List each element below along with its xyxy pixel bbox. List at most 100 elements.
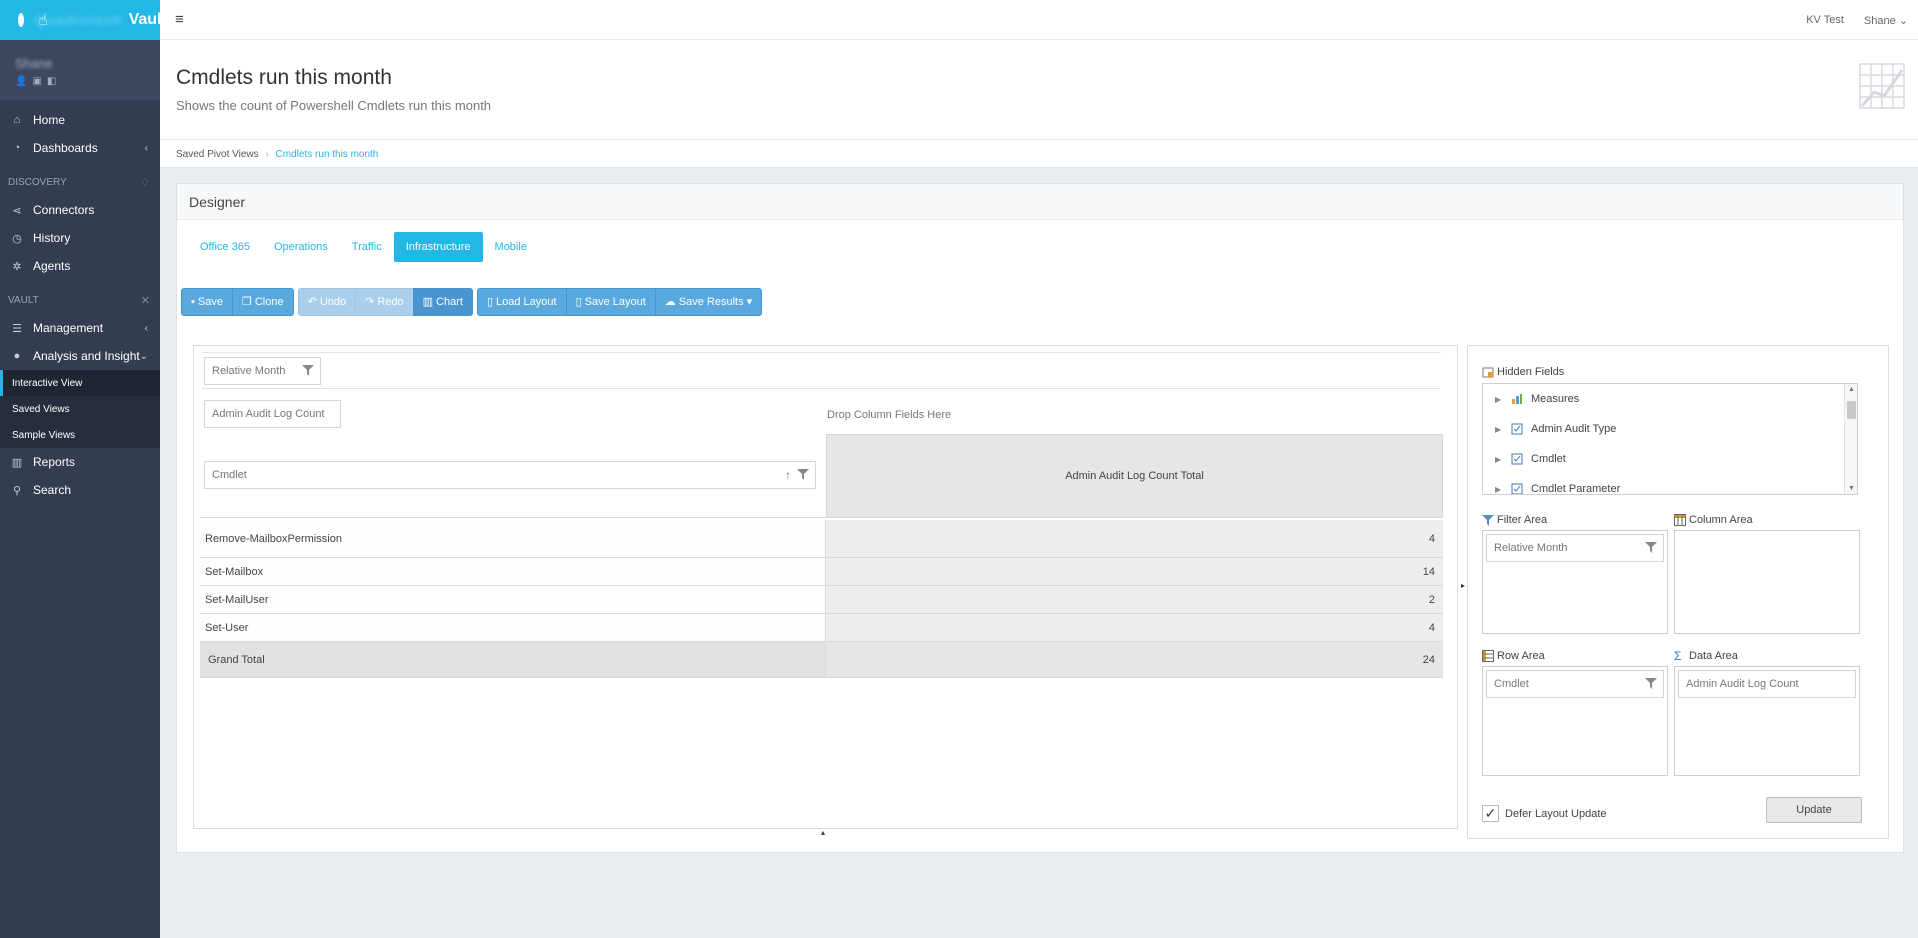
hamburger-menu-icon[interactable]: ≡ [175, 11, 184, 28]
tab-operations[interactable]: Operations [262, 232, 340, 262]
data-area-box[interactable]: Admin Audit Log Count [1674, 666, 1860, 776]
load-layout-button[interactable]: ▯ Load Layout [476, 288, 567, 316]
row-field-cmdlet[interactable]: Cmdlet ↑ [204, 461, 816, 489]
tree-item-label: Admin Audit Type [1531, 423, 1617, 435]
analysis-subnav: Interactive View Saved Views Sample View… [0, 370, 160, 448]
sidebar-subitem-sample-views[interactable]: Sample Views [0, 422, 160, 448]
section-label: Row Area [1497, 650, 1545, 662]
list-item[interactable]: ▶ Measures [1483, 384, 1857, 414]
row-label[interactable]: Set-Mailbox [200, 558, 826, 585]
update-button[interactable]: Update [1766, 797, 1862, 823]
page-title: Cmdlets run this month [176, 66, 392, 89]
topbar: ≡ KV Test Shane ⌄ [160, 0, 1918, 40]
logout-icon[interactable]: ◧ [47, 76, 61, 87]
sidebar-item-label: Reports [33, 455, 76, 469]
user-menu-label: Shane [1863, 15, 1896, 27]
cloud-icon: ☁ [664, 296, 676, 308]
row-label[interactable]: Remove-MailboxPermission [200, 520, 826, 557]
row-label[interactable]: Set-MailUser [200, 586, 826, 613]
expand-icon[interactable]: ▶ [1495, 425, 1503, 434]
history-group: ↶ Undo ↷ Redo ▥ Chart [297, 288, 473, 316]
row-value: 14 [826, 558, 1443, 585]
undo-button[interactable]: ↶ Undo [297, 288, 357, 316]
clone-button[interactable]: ❐ Clone [231, 288, 294, 316]
scroll-up-icon[interactable]: ▲ [1848, 386, 1855, 393]
gear-icon: ✲ [12, 260, 22, 273]
chart-label: Chart [436, 296, 463, 308]
file-icon: ▯ [575, 296, 582, 308]
save-layout-label: Save Layout [584, 296, 646, 308]
share-icon: ⋖ [12, 204, 22, 217]
section-header-vault: VAULT ✕ [0, 286, 160, 314]
row-area-box[interactable]: Cmdlet [1482, 666, 1668, 776]
sidebar-item-management[interactable]: ☰ Management ‹ [0, 314, 160, 342]
save-layout-button[interactable]: ▯ Save Layout [565, 288, 656, 316]
chart-button[interactable]: ▥ Chart [412, 288, 473, 316]
row-area-field-cmdlet[interactable]: Cmdlet [1486, 670, 1664, 698]
briefcase-icon[interactable]: ▣ [32, 76, 46, 87]
scrollbar[interactable]: ▲ ▼ [1844, 384, 1857, 494]
data-field-admin-audit-log-count[interactable]: Admin Audit Log Count [204, 400, 341, 428]
sidebar-item-agents[interactable]: ✲ Agents [0, 252, 160, 280]
filter-icon[interactable] [1645, 678, 1657, 689]
tab-infrastructure[interactable]: Infrastructure [393, 232, 483, 262]
list-item[interactable]: ▶ Cmdlet [1483, 444, 1857, 474]
sidebar-item-search[interactable]: ⚲ Search [0, 476, 160, 504]
filter-area-box[interactable]: Relative Month [1482, 530, 1668, 634]
sidebar-item-home[interactable]: ⌂ Home [0, 106, 160, 134]
user-menu[interactable]: Shane ⌄ [1864, 14, 1908, 27]
sidebar-item-label: Management [33, 321, 104, 335]
save-button[interactable]: ▪ Save [181, 288, 233, 316]
sidebar-subitem-saved-views[interactable]: Saved Views [0, 396, 160, 422]
defer-checkbox[interactable]: ✓ [1482, 805, 1499, 822]
tab-traffic[interactable]: Traffic [340, 232, 394, 262]
sidebar-item-history[interactable]: ◷ History [0, 224, 160, 252]
hidden-fields-list[interactable]: ▶ Measures ▶ Admin Audit Type ▶ Cmdlet ▶… [1482, 383, 1858, 495]
user-action-icons[interactable]: 👤▣◧ [15, 76, 160, 87]
sidebar-item-analysis[interactable]: ● Analysis and Insight ⌄ [0, 342, 160, 370]
filter-icon[interactable] [302, 365, 314, 376]
tab-mobile[interactable]: Mobile [483, 232, 539, 262]
sidebar-subitem-interactive-view[interactable]: Interactive View [0, 370, 160, 396]
filter-field-relative-month[interactable]: Relative Month [204, 357, 321, 385]
redo-button[interactable]: ↷ Redo [355, 288, 414, 316]
list-item[interactable]: ▶ Admin Audit Type [1483, 414, 1857, 444]
column-area-header: Column Area [1674, 514, 1753, 526]
copy-icon: ❐ [241, 296, 252, 308]
row-value: 4 [826, 614, 1443, 641]
brand-logo[interactable]: Quadrotech Vault ☝ [0, 0, 167, 40]
scroll-down-icon[interactable]: ▼ [1848, 485, 1855, 492]
tenant-label[interactable]: KV Test [1806, 14, 1844, 27]
sidebar-item-reports[interactable]: ▥ Reports [0, 448, 160, 476]
field-label: Admin Audit Log Count [212, 408, 325, 420]
row-label[interactable]: Set-User [200, 614, 826, 641]
user-profile[interactable]: Shane 👤▣◧ [0, 40, 160, 100]
filter-area-field-relative-month[interactable]: Relative Month [1486, 534, 1664, 562]
search-icon: ⚲ [12, 484, 22, 497]
filter-icon[interactable] [797, 469, 809, 480]
sigma-icon: Σ [1674, 649, 1682, 663]
expand-icon[interactable]: ▶ [1495, 455, 1503, 464]
person-icon[interactable]: 👤 [15, 76, 32, 87]
expand-icon[interactable]: ▶ [1495, 395, 1503, 404]
list-item[interactable]: ▶ Cmdlet Parameter [1483, 474, 1857, 494]
data-area-field-admin-audit-log-count[interactable]: Admin Audit Log Count [1678, 670, 1856, 698]
save-results-button[interactable]: ☁ Save Results ▾ [654, 288, 763, 316]
collapse-arrow-icon[interactable]: ▸ [1461, 581, 1465, 590]
filter-icon[interactable] [1645, 542, 1657, 553]
defer-layout-update[interactable]: ✓ Defer Layout Update [1482, 805, 1607, 822]
resize-arrow-icon[interactable]: ▴ [821, 828, 825, 837]
sidebar-item-connectors[interactable]: ⋖ Connectors [0, 196, 160, 224]
breadcrumb-current[interactable]: Cmdlets run this month [276, 149, 379, 160]
save-label: Save [197, 296, 223, 308]
sidebar-nav: ⌂ Home ◔ Dashboards ‹ DISCOVERY ♢ ⋖ Conn… [0, 106, 160, 370]
scrollbar-thumb[interactable] [1847, 401, 1856, 419]
expand-icon[interactable]: ▶ [1495, 485, 1503, 494]
column-area-box[interactable] [1674, 530, 1860, 634]
hand-cursor-icon: ☝ [38, 12, 48, 29]
sidebar-item-dashboards[interactable]: ◔ Dashboards ‹ [0, 134, 160, 162]
tab-office-365[interactable]: Office 365 [188, 232, 262, 262]
sort-ascending-icon[interactable]: ↑ [785, 462, 791, 488]
breadcrumb-root[interactable]: Saved Pivot Views [176, 149, 259, 160]
clone-label: Clone [254, 296, 284, 308]
